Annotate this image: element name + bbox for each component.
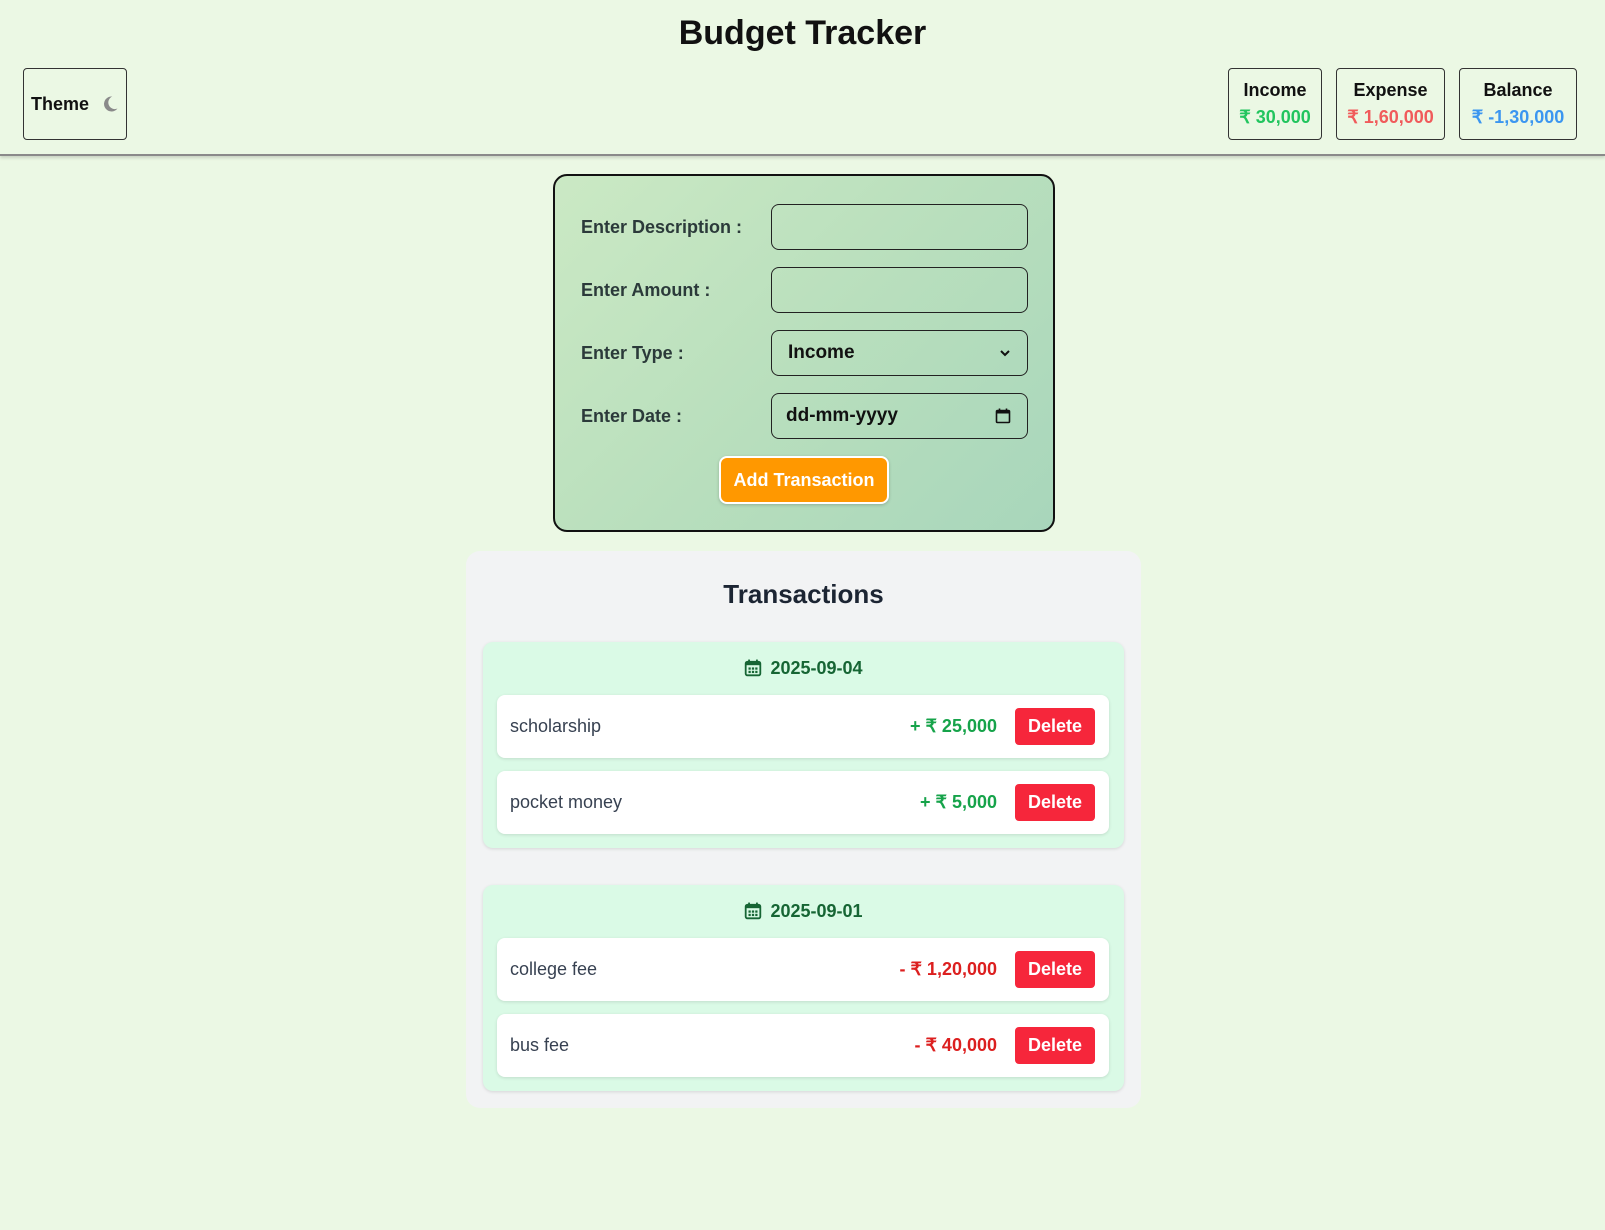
type-selected-value: Income <box>788 342 855 363</box>
transaction-row: pocket money + ₹ 5,000 Delete <box>497 771 1109 834</box>
expense-summary: Expense ₹ 1,60,000 <box>1336 68 1445 140</box>
balance-value: ₹ -1,30,000 <box>1471 107 1565 127</box>
transaction-amount: - ₹ 1,20,000 <box>899 959 997 979</box>
transaction-description: pocket money <box>510 792 623 812</box>
chevron-down-icon <box>1000 350 1010 357</box>
date-placeholder: dd-mm-yyyy <box>786 405 898 426</box>
type-select[interactable]: Income <box>771 330 1028 376</box>
amount-input[interactable] <box>771 267 1028 313</box>
app-title: Budget Tracker <box>678 14 927 52</box>
transaction-description: bus fee <box>510 1035 570 1055</box>
header: Budget Tracker Theme Income ₹ 30,000 Exp… <box>0 0 1605 156</box>
theme-toggle-button[interactable]: Theme <box>23 68 127 140</box>
date-input[interactable]: dd-mm-yyyy <box>771 393 1028 439</box>
description-row: Enter Description : <box>581 204 1029 250</box>
group-date-header: 2025-09-04 <box>483 656 1124 680</box>
calendar-icon <box>745 902 762 920</box>
expense-value: ₹ 1,60,000 <box>1347 107 1434 127</box>
income-value: ₹ 30,000 <box>1239 107 1311 127</box>
moon-icon <box>104 96 118 112</box>
transaction-row: scholarship + ₹ 25,000 Delete <box>497 695 1109 758</box>
income-label: Income <box>1243 80 1307 100</box>
transaction-form: Enter Description : Enter Amount : Enter… <box>553 174 1055 532</box>
date-row: Enter Date : dd-mm-yyyy <box>581 393 1029 439</box>
date-label: Enter Date : <box>581 406 683 426</box>
amount-label: Enter Amount : <box>581 280 711 300</box>
balance-summary: Balance ₹ -1,30,000 <box>1459 68 1577 140</box>
amount-row: Enter Amount : <box>581 267 1029 313</box>
group-date: 2025-09-04 <box>770 657 863 678</box>
type-row: Enter Type : Income <box>581 330 1029 376</box>
calendar-icon[interactable] <box>995 408 1011 424</box>
delete-button[interactable]: Delete <box>1015 951 1095 988</box>
transactions-panel: Transactions 2025-09-04 scholarship + ₹ … <box>466 551 1141 1108</box>
delete-button[interactable]: Delete <box>1015 784 1095 821</box>
description-input[interactable] <box>771 204 1028 250</box>
transaction-amount: + ₹ 25,000 <box>909 716 997 736</box>
theme-label: Theme <box>30 93 90 114</box>
transaction-amount: + ₹ 5,000 <box>919 792 997 812</box>
delete-button[interactable]: Delete <box>1015 1027 1095 1064</box>
balance-label: Balance <box>1483 80 1553 100</box>
expense-label: Expense <box>1353 80 1428 100</box>
transaction-row: bus fee - ₹ 40,000 Delete <box>497 1014 1109 1077</box>
transaction-amount: - ₹ 40,000 <box>914 1035 997 1055</box>
delete-button[interactable]: Delete <box>1015 708 1095 745</box>
group-date: 2025-09-01 <box>770 900 863 921</box>
group-date-header: 2025-09-01 <box>483 899 1124 923</box>
transaction-description: college fee <box>510 959 598 979</box>
income-summary: Income ₹ 30,000 <box>1228 68 1322 140</box>
transaction-row: college fee - ₹ 1,20,000 Delete <box>497 938 1109 1001</box>
type-label: Enter Type : <box>581 343 684 363</box>
add-transaction-button[interactable]: Add Transaction <box>719 456 889 504</box>
date-group: 2025-09-01 college fee - ₹ 1,20,000 Dele… <box>483 885 1124 1091</box>
date-group: 2025-09-04 scholarship + ₹ 25,000 Delete… <box>483 642 1124 848</box>
transaction-description: scholarship <box>510 716 602 736</box>
description-label: Enter Description : <box>581 217 743 237</box>
calendar-icon <box>745 659 762 677</box>
transactions-title: Transactions <box>723 579 884 609</box>
